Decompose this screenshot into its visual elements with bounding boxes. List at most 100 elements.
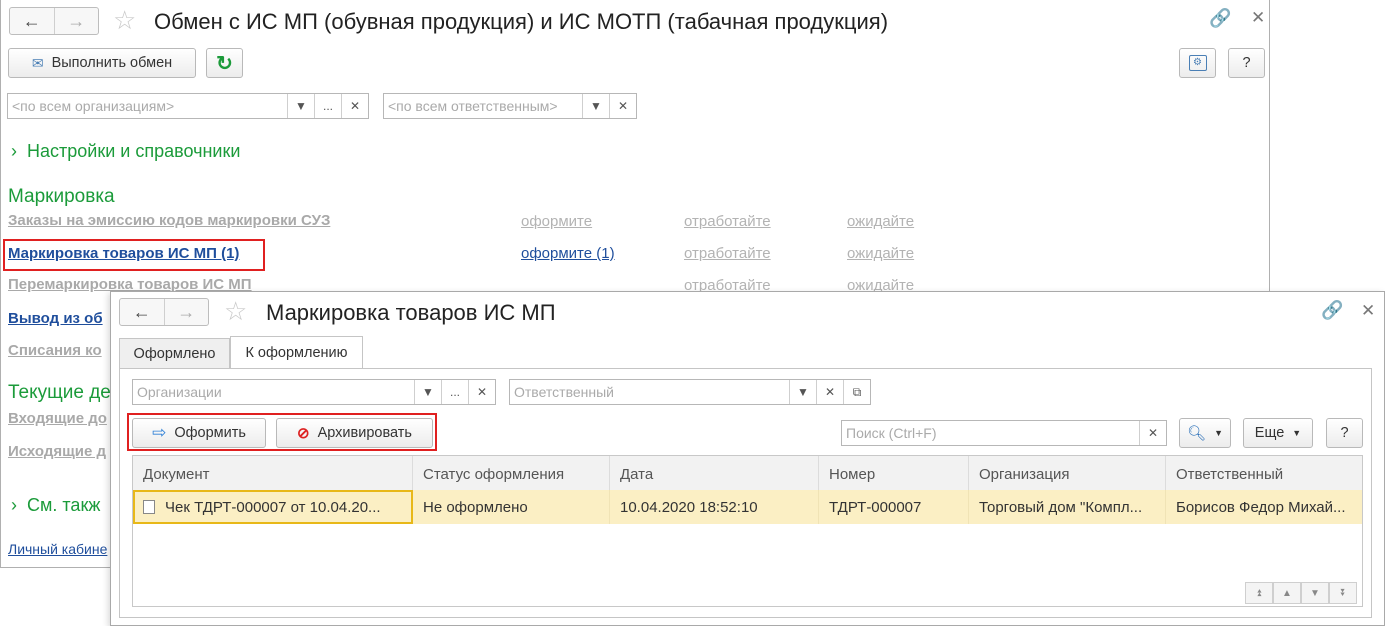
- row-marking-issue[interactable]: оформите (1): [521, 245, 615, 262]
- tab-done[interactable]: Оформлено: [119, 338, 230, 368]
- cell-number[interactable]: ТДРТ-000007: [819, 490, 969, 524]
- search-icon: 🔍︎: [1187, 425, 1207, 442]
- row-suz-issue[interactable]: оформите: [521, 213, 592, 230]
- more-button-label: Еще: [1254, 425, 1285, 441]
- org-filter[interactable]: Организации ▼ ... ✕: [132, 379, 496, 405]
- window-title: Маркировка товаров ИС МП: [266, 300, 556, 325]
- favorite-star-icon[interactable]: ☆: [113, 7, 136, 33]
- refresh-icon[interactable]: ↻: [206, 48, 243, 78]
- close-icon[interactable]: ✕: [1361, 301, 1375, 321]
- issue-button-label: Оформить: [174, 425, 246, 441]
- nav-buttons: ← →: [9, 7, 99, 35]
- row-marking-process[interactable]: отработайте: [684, 245, 771, 262]
- forward-arrow-icon[interactable]: →: [163, 299, 209, 325]
- row-label-withdrawal[interactable]: Вывод из об: [8, 310, 103, 327]
- dropdown-icon[interactable]: ▼: [287, 94, 314, 118]
- col-status[interactable]: Статус оформления: [413, 456, 610, 492]
- scroll-controls: ⏫︎ ▲ ▼ ⏬︎: [1245, 582, 1357, 604]
- search-placeholder: Поиск (Ctrl+F): [846, 425, 937, 441]
- marking-window: ← → ☆ Маркировка товаров ИС МП 🔗 ✕ Оформ…: [110, 291, 1385, 626]
- help-button[interactable]: ?: [1228, 48, 1265, 78]
- highlight-marking-link: [3, 239, 265, 271]
- tab-to-issue[interactable]: К оформлению: [230, 336, 363, 368]
- table-header: Документ Статус оформления Дата Номер Ор…: [133, 456, 1362, 493]
- clear-icon[interactable]: ✕: [341, 94, 368, 118]
- open-icon[interactable]: ⧉: [843, 380, 870, 404]
- settings-gear-icon[interactable]: ⚙: [1179, 48, 1216, 78]
- forbidden-icon: ⊘: [297, 425, 310, 442]
- search-input[interactable]: Поиск (Ctrl+F) ✕: [841, 420, 1167, 446]
- more-button[interactable]: Еще ▼: [1243, 418, 1313, 448]
- back-arrow-icon[interactable]: ←: [120, 299, 164, 325]
- chevron-down-icon: ▼: [1292, 428, 1302, 438]
- issue-button[interactable]: ⇨ Оформить: [132, 418, 266, 448]
- col-number[interactable]: Номер: [819, 456, 969, 492]
- resp-filter-placeholder: <по всем ответственным>: [388, 98, 558, 114]
- incoming-docs-link[interactable]: Входящие до: [8, 410, 107, 427]
- clear-icon[interactable]: ✕: [1139, 421, 1166, 445]
- row-suz-process[interactable]: отработайте: [684, 213, 771, 230]
- search-button[interactable]: 🔍︎ ▼: [1179, 418, 1231, 448]
- document-text: Чек ТДРТ-000007 от 10.04.20...: [165, 498, 381, 516]
- back-arrow-icon[interactable]: ←: [10, 8, 54, 34]
- close-icon[interactable]: ✕: [1251, 8, 1265, 28]
- chevron-down-icon: ▼: [1214, 428, 1223, 438]
- window-title: Обмен с ИС МП (обувная продукция) и ИС М…: [154, 9, 889, 34]
- nav-buttons: ← →: [119, 298, 209, 326]
- dropdown-icon[interactable]: ▼: [789, 380, 816, 404]
- see-also-label: См. такж: [27, 495, 101, 515]
- scroll-up-icon[interactable]: ▲: [1273, 582, 1301, 604]
- cell-organization[interactable]: Торговый дом "Компл...: [969, 490, 1166, 524]
- org-filter[interactable]: <по всем организациям> ▼ ... ✕: [7, 93, 369, 119]
- row-label-suz[interactable]: Заказы на эмиссию кодов маркировки СУЗ: [8, 212, 330, 229]
- col-organization[interactable]: Организация: [969, 456, 1166, 492]
- resp-filter[interactable]: Ответственный ▼ ✕ ⧉: [509, 379, 871, 405]
- row-marking-wait[interactable]: ожидайте: [847, 245, 914, 262]
- chevron-right-icon: ›: [11, 141, 17, 161]
- org-filter-placeholder: Организации: [137, 384, 222, 400]
- clear-icon[interactable]: ✕: [468, 380, 495, 404]
- marking-heading: Маркировка: [8, 186, 115, 207]
- org-filter-placeholder: <по всем организациям>: [12, 98, 175, 114]
- cell-document[interactable]: Чек ТДРТ-000007 от 10.04.20...: [133, 490, 413, 524]
- select-button[interactable]: ...: [441, 380, 468, 404]
- favorite-star-icon[interactable]: ☆: [224, 298, 247, 324]
- chevron-right-icon: ›: [11, 495, 17, 515]
- row-suz-wait[interactable]: ожидайте: [847, 213, 914, 230]
- resp-filter[interactable]: <по всем ответственным> ▼ ✕: [383, 93, 637, 119]
- archive-button-label: Архивировать: [317, 425, 412, 441]
- select-button[interactable]: ...: [314, 94, 341, 118]
- link-icon[interactable]: 🔗: [1209, 8, 1231, 29]
- link-icon[interactable]: 🔗: [1321, 300, 1343, 321]
- resp-filter-placeholder: Ответственный: [514, 384, 614, 400]
- outgoing-docs-link[interactable]: Исходящие д: [8, 443, 106, 460]
- cell-status[interactable]: Не оформлено: [413, 490, 610, 524]
- exchange-button[interactable]: ✉ Выполнить обмен: [8, 48, 196, 78]
- settings-section-label: Настройки и справочники: [27, 141, 241, 161]
- personal-cabinet-link[interactable]: Личный кабине: [8, 541, 107, 557]
- current-docs-heading: Текущие де: [8, 382, 111, 403]
- dropdown-icon[interactable]: ▼: [414, 380, 441, 404]
- cell-responsible[interactable]: Борисов Федор Михай...: [1166, 490, 1362, 524]
- exchange-button-label: Выполнить обмен: [51, 55, 173, 71]
- scroll-top-icon[interactable]: ⏫︎: [1245, 582, 1273, 604]
- document-icon: [143, 500, 155, 514]
- col-document[interactable]: Документ: [133, 456, 413, 492]
- cell-date[interactable]: 10.04.2020 18:52:10: [610, 490, 819, 524]
- help-button[interactable]: ?: [1326, 418, 1363, 448]
- see-also-section[interactable]: › См. такж: [11, 495, 100, 516]
- arrow-right-icon: ⇨: [152, 423, 167, 442]
- col-date[interactable]: Дата: [610, 456, 819, 492]
- forward-arrow-icon[interactable]: →: [53, 8, 99, 34]
- archive-button[interactable]: ⊘ Архивировать: [276, 418, 433, 448]
- table-row[interactable]: Чек ТДРТ-000007 от 10.04.20... Не оформл…: [133, 490, 1362, 524]
- envelope-icon: ✉: [31, 54, 44, 71]
- dropdown-icon[interactable]: ▼: [582, 94, 609, 118]
- scroll-bottom-icon[interactable]: ⏬︎: [1329, 582, 1357, 604]
- row-label-writeoff[interactable]: Списания ко: [8, 342, 102, 359]
- col-responsible[interactable]: Ответственный: [1166, 456, 1362, 492]
- clear-icon[interactable]: ✕: [609, 94, 636, 118]
- clear-icon[interactable]: ✕: [816, 380, 843, 404]
- settings-section[interactable]: › Настройки и справочники: [11, 141, 240, 162]
- scroll-down-icon[interactable]: ▼: [1301, 582, 1329, 604]
